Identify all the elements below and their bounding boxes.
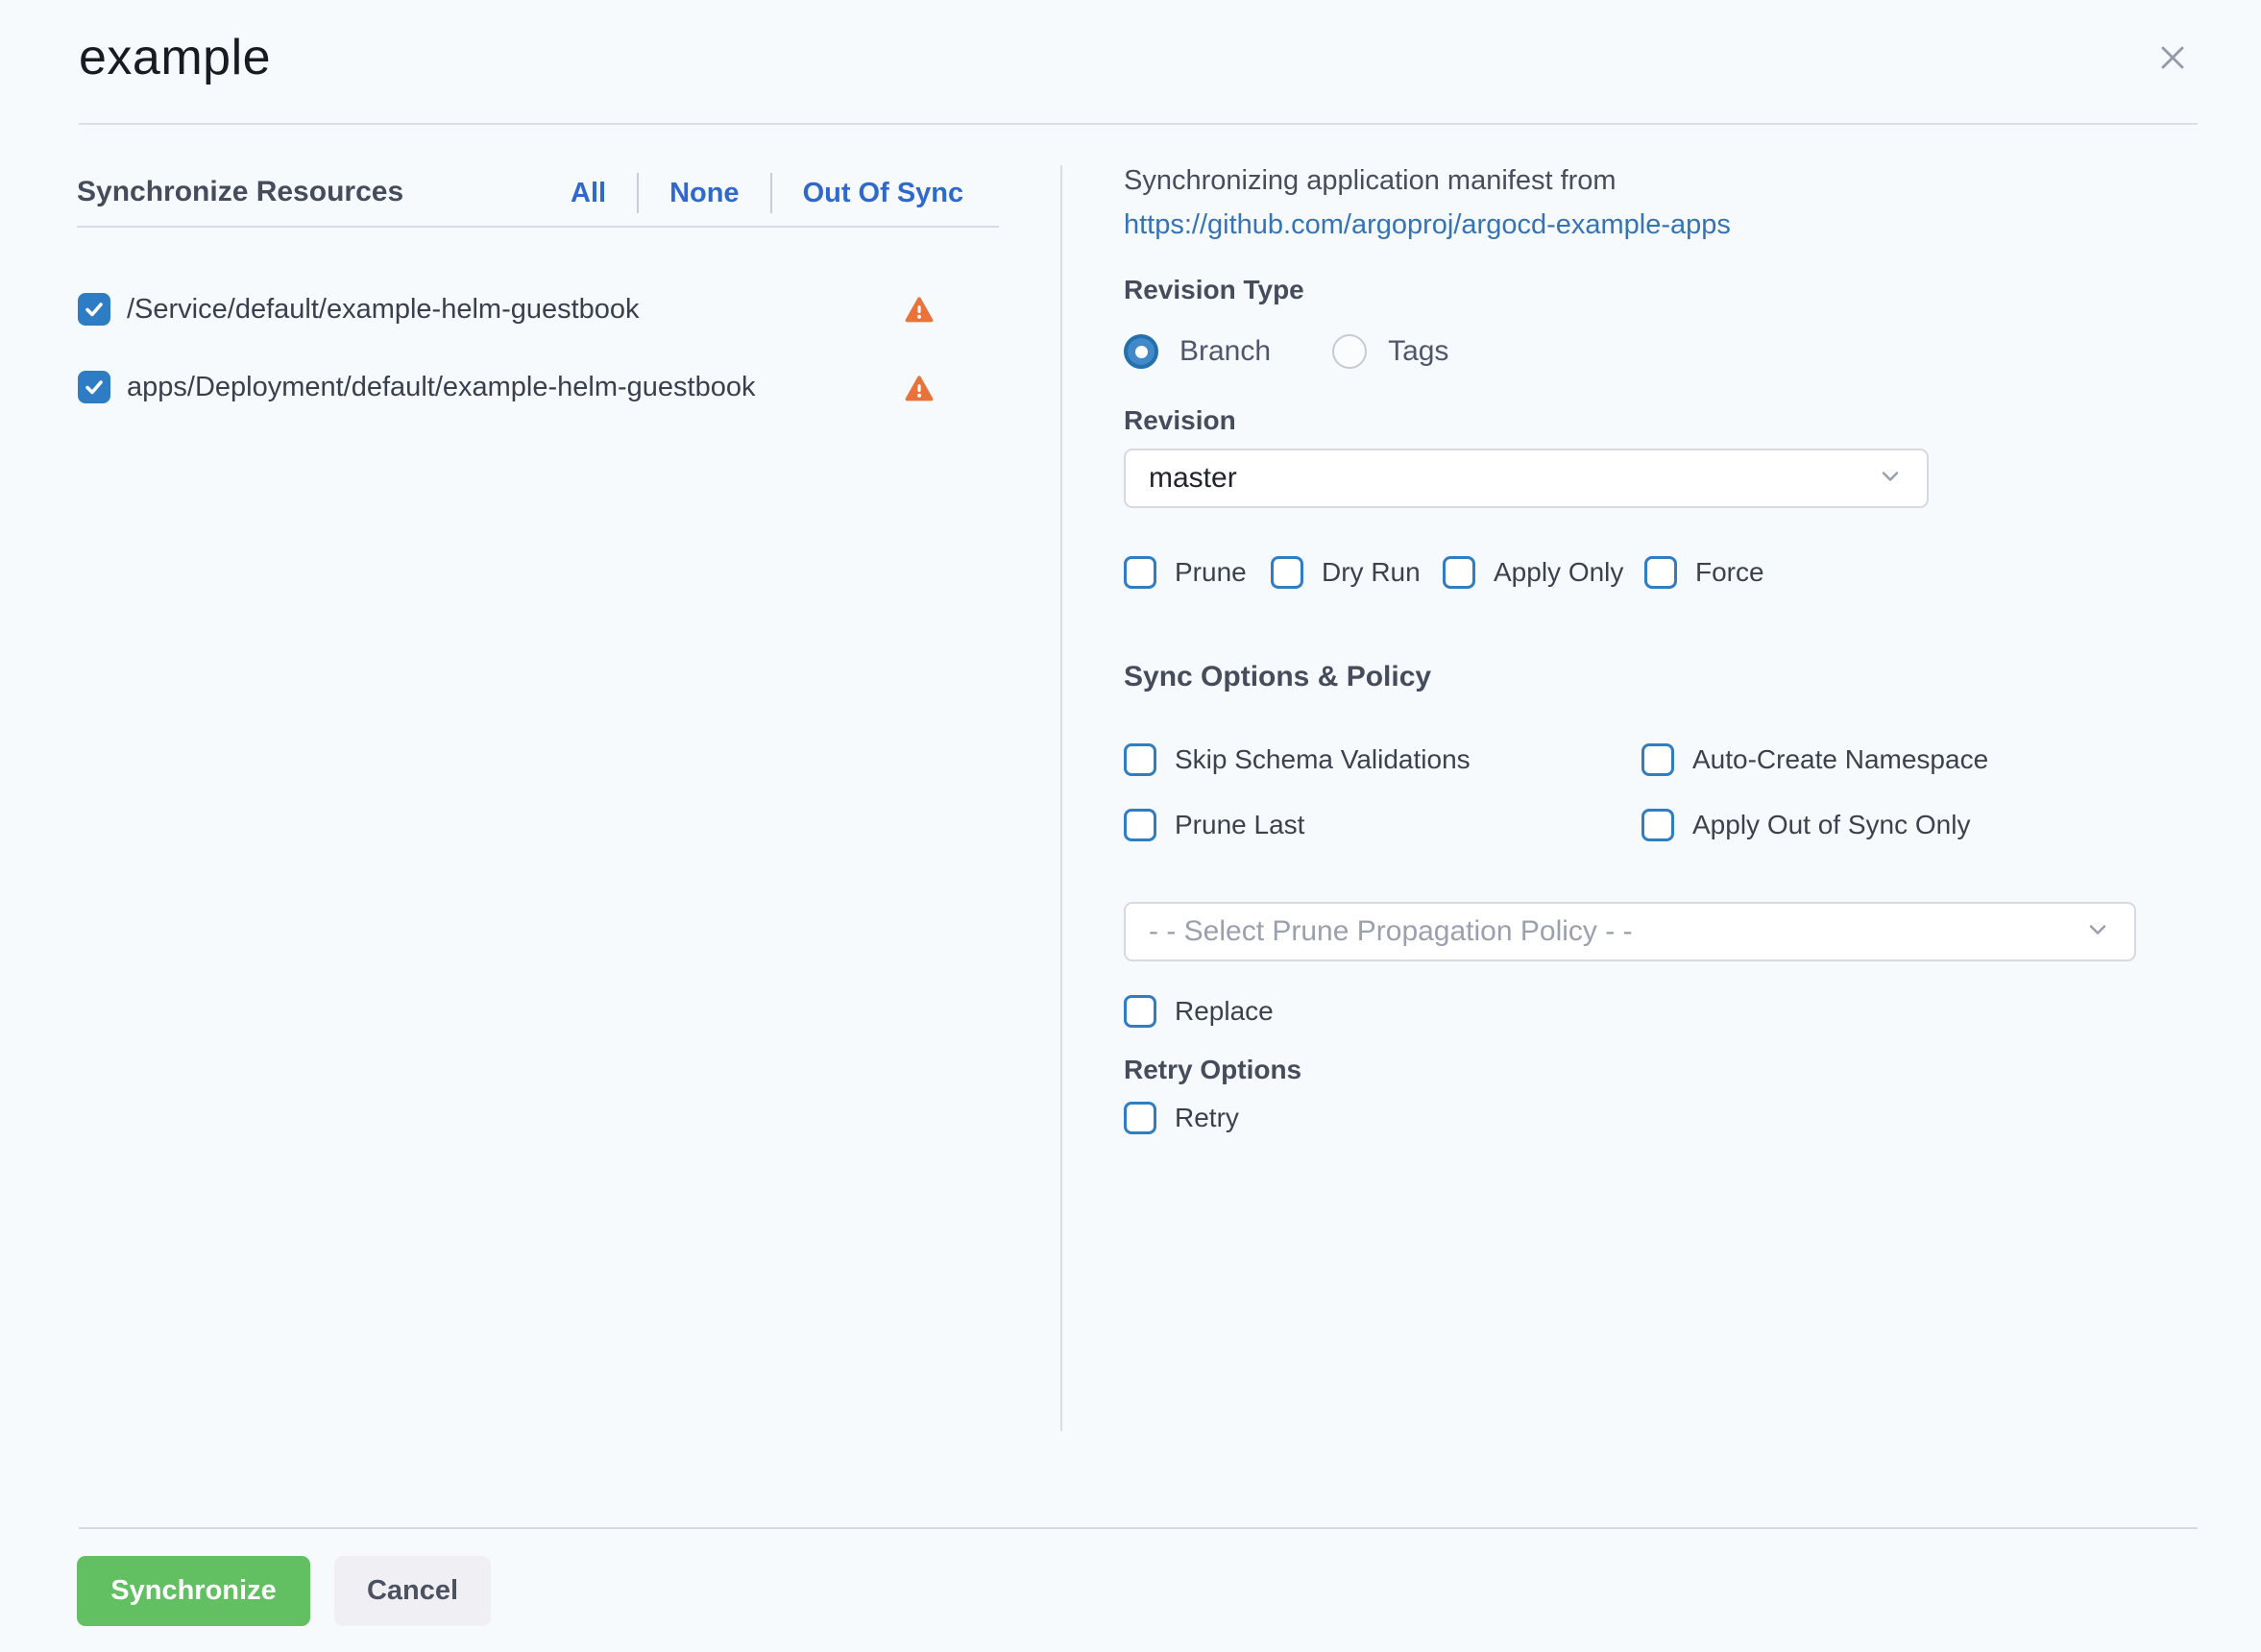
apply-only-checkbox[interactable] bbox=[1443, 556, 1475, 589]
sync-options-heading: Sync Options & Policy bbox=[1124, 661, 1431, 693]
dry-run-label: Dry Run bbox=[1322, 557, 1421, 588]
warning-icon bbox=[905, 375, 934, 408]
retry-checkbox[interactable] bbox=[1124, 1102, 1156, 1134]
manifest-source-label: Synchronizing application manifest from bbox=[1124, 165, 1617, 197]
prune-label: Prune bbox=[1175, 557, 1247, 588]
prune-propagation-policy-placeholder: - - Select Prune Propagation Policy - - bbox=[1149, 915, 1633, 948]
resource-name: /Service/default/example-helm-guestbook bbox=[127, 294, 640, 326]
prune-checkbox[interactable] bbox=[1124, 556, 1156, 589]
resource-filter-group: All None Out Of Sync bbox=[567, 173, 967, 213]
flag-apply-only: Apply Only bbox=[1443, 556, 1623, 589]
radio-branch-label: Branch bbox=[1179, 335, 1271, 368]
prune-last-checkbox[interactable] bbox=[1124, 809, 1156, 841]
force-checkbox[interactable] bbox=[1644, 556, 1677, 589]
retry-options-heading: Retry Options bbox=[1124, 1055, 1301, 1085]
synchronize-button[interactable]: Synchronize bbox=[77, 1556, 310, 1626]
radio-tags[interactable]: Tags bbox=[1332, 334, 1448, 369]
revision-select[interactable]: master bbox=[1124, 449, 1929, 508]
radio-tags-label: Tags bbox=[1388, 335, 1448, 368]
skip-schema-validations-label: Skip Schema Validations bbox=[1175, 744, 1471, 775]
apply-only-label: Apply Only bbox=[1494, 557, 1623, 588]
apply-out-of-sync-only-label: Apply Out of Sync Only bbox=[1692, 810, 1970, 840]
filter-none-link[interactable]: None bbox=[666, 178, 743, 209]
revision-heading: Revision bbox=[1124, 405, 1236, 436]
panel-divider bbox=[1060, 165, 1062, 1431]
prune-propagation-policy-select[interactable]: - - Select Prune Propagation Policy - - bbox=[1124, 902, 2136, 961]
auto-create-namespace-label: Auto-Create Namespace bbox=[1692, 744, 1988, 775]
retry-label: Retry bbox=[1175, 1103, 1239, 1133]
filter-all-link[interactable]: All bbox=[567, 178, 610, 209]
resource-name: apps/Deployment/default/example-helm-gue… bbox=[127, 372, 755, 403]
auto-create-namespace-checkbox[interactable] bbox=[1641, 743, 1674, 776]
filter-out-of-sync-link[interactable]: Out Of Sync bbox=[799, 178, 968, 209]
flag-force: Force bbox=[1644, 556, 1764, 589]
chevron-down-icon bbox=[2084, 916, 2111, 948]
title-divider bbox=[79, 123, 2198, 125]
footer-divider bbox=[79, 1527, 2198, 1529]
option-retry: Retry bbox=[1124, 1102, 1239, 1134]
filter-separator bbox=[770, 173, 772, 213]
page-title: example bbox=[79, 29, 271, 86]
revision-select-value: master bbox=[1149, 462, 1237, 495]
revision-type-heading: Revision Type bbox=[1124, 275, 1304, 305]
option-replace: Replace bbox=[1124, 995, 1274, 1028]
resource-row: apps/Deployment/default/example-helm-gue… bbox=[78, 371, 755, 403]
flag-dry-run: Dry Run bbox=[1271, 556, 1421, 589]
replace-checkbox[interactable] bbox=[1124, 995, 1156, 1028]
dry-run-checkbox[interactable] bbox=[1271, 556, 1303, 589]
cancel-button[interactable]: Cancel bbox=[334, 1556, 491, 1626]
radio-branch[interactable]: Branch bbox=[1124, 334, 1271, 369]
resource-row: /Service/default/example-helm-guestbook bbox=[78, 293, 640, 326]
option-apply-out-of-sync-only: Apply Out of Sync Only bbox=[1641, 809, 1970, 841]
filter-separator bbox=[637, 173, 639, 213]
close-icon[interactable] bbox=[2152, 36, 2194, 79]
resource-checkbox[interactable] bbox=[78, 293, 110, 326]
force-label: Force bbox=[1695, 557, 1764, 588]
warning-icon bbox=[905, 296, 934, 329]
revision-type-radio-group: Branch Tags bbox=[1124, 334, 1510, 369]
radio-tags-control[interactable] bbox=[1332, 334, 1367, 369]
manifest-repo-link[interactable]: https://github.com/argoproj/argocd-examp… bbox=[1124, 209, 1731, 241]
option-skip-schema-validations: Skip Schema Validations bbox=[1124, 743, 1471, 776]
resource-checkbox[interactable] bbox=[78, 371, 110, 403]
synchronize-resources-heading: Synchronize Resources bbox=[77, 176, 403, 208]
apply-out-of-sync-only-checkbox[interactable] bbox=[1641, 809, 1674, 841]
replace-label: Replace bbox=[1175, 996, 1274, 1027]
skip-schema-validations-checkbox[interactable] bbox=[1124, 743, 1156, 776]
resources-header-underline bbox=[77, 226, 999, 228]
option-prune-last: Prune Last bbox=[1124, 809, 1304, 841]
flag-prune: Prune bbox=[1124, 556, 1247, 589]
chevron-down-icon bbox=[1877, 463, 1904, 495]
radio-branch-control[interactable] bbox=[1124, 334, 1158, 369]
prune-last-label: Prune Last bbox=[1175, 810, 1304, 840]
option-auto-create-namespace: Auto-Create Namespace bbox=[1641, 743, 1988, 776]
